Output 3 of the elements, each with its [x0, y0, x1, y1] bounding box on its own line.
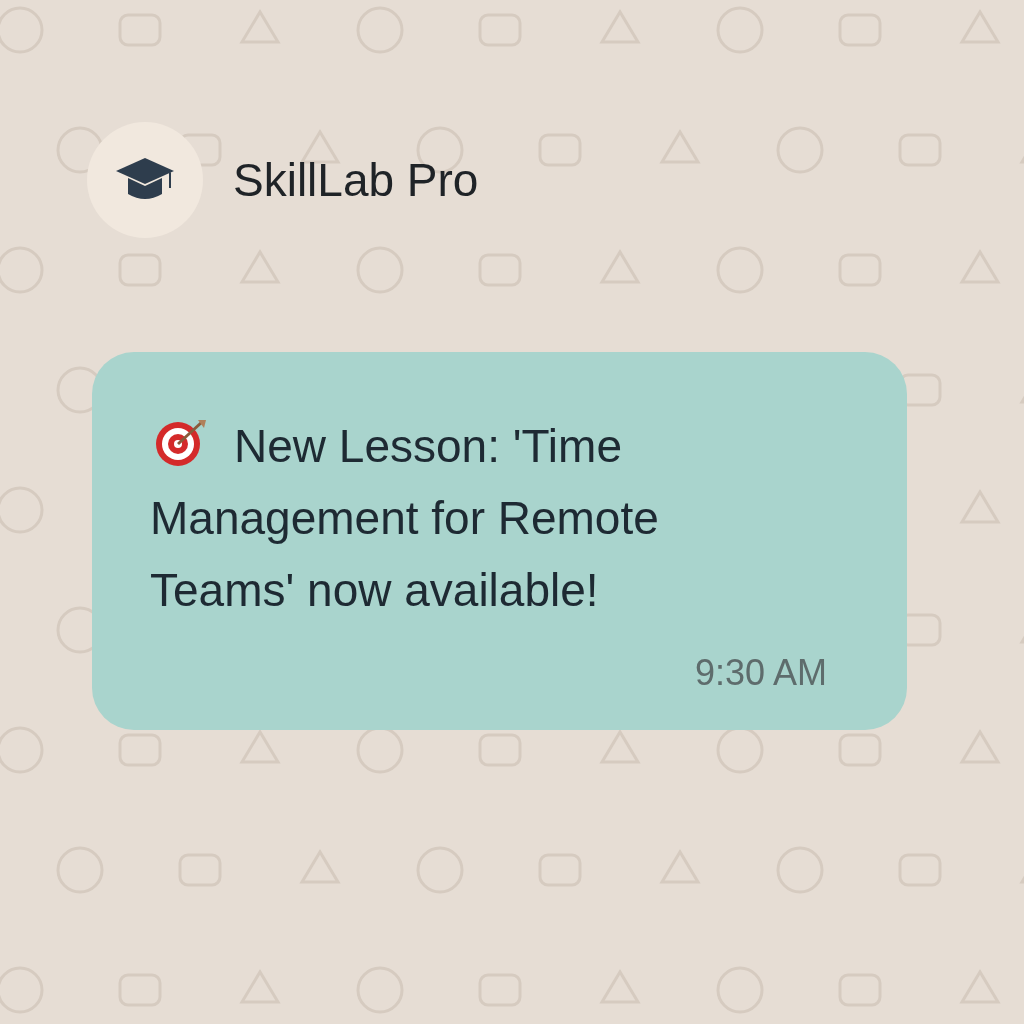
message-time: 9:30 AM	[694, 651, 827, 695]
message-text: New Lesson: 'Time Management for Remote Teams' now available!	[150, 417, 660, 618]
contact-name: SkillLab Pro	[233, 152, 479, 208]
